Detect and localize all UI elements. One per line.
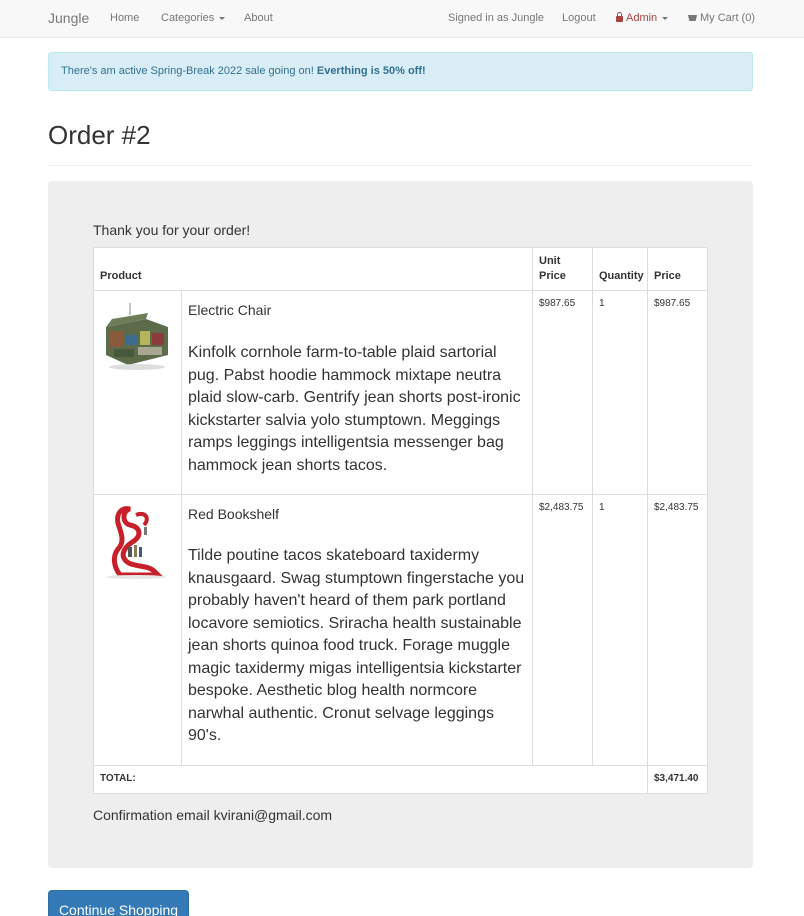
table-header-product: Product: [94, 248, 533, 291]
caret-down-icon: [662, 16, 669, 20]
unit-price-cell: $987.65: [533, 291, 593, 495]
alert-bold-text: Everthing is 50% off!: [316, 65, 426, 77]
total-label: TOTAL:: [100, 773, 136, 784]
shopping-cart-icon: [688, 15, 697, 21]
table-header-price: Price: [648, 248, 708, 291]
order-table: Product Unit Price Quantity Price Electr…: [93, 247, 708, 794]
product-name: Red Bookshelf: [188, 506, 280, 522]
alert-text: There's am active Spring-Break 2022 sale…: [61, 65, 317, 77]
caret-down-icon: [219, 16, 226, 20]
product-description: Kinfolk cornhole farm-to-table plaid sar…: [188, 344, 521, 474]
nav-about-link[interactable]: About: [244, 0, 273, 37]
product-image-cell: [94, 291, 182, 495]
product-image-cell: [94, 495, 182, 766]
confirmation-email-text: Confirmation email kvirani@gmail.com: [93, 807, 333, 823]
cart-label: My Cart (0): [700, 12, 755, 24]
quantity-cell: 1: [593, 495, 648, 766]
unit-price-value: $2,483.75: [539, 502, 584, 513]
cart-link[interactable]: My Cart (0): [688, 0, 755, 37]
total-value: $3,471.40: [654, 773, 699, 784]
price-cell: $2,483.75: [648, 495, 708, 766]
sale-alert: There's am active Spring-Break 2022 sale…: [48, 52, 753, 91]
continue-shopping-button[interactable]: Continue Shopping: [48, 890, 189, 916]
header-divider: [48, 165, 753, 166]
red-bookshelf-image: [100, 501, 174, 581]
quantity-value: 1: [599, 502, 605, 513]
header-unit-label: Unit: [539, 255, 561, 267]
product-info-cell: Red Bookshelf Tilde poutine tacos skateb…: [182, 495, 533, 766]
nav-categories-label: Categories: [161, 12, 215, 24]
lock-icon: [616, 12, 623, 22]
signed-in-text: Signed in as Jungle: [448, 12, 545, 24]
header-price-total-label: Price: [654, 270, 681, 282]
electric-chair-image: [100, 297, 174, 371]
header-product-label: Product: [100, 270, 142, 282]
brand-link[interactable]: Jungle: [48, 0, 89, 37]
price-cell: $987.65: [648, 291, 708, 495]
logout-link[interactable]: Logout: [562, 0, 596, 37]
product-description: Tilde poutine tacos skateboard taxidermy…: [188, 547, 525, 744]
quantity-value: 1: [599, 298, 605, 309]
thank-you-message: Thank you for your order!: [93, 222, 251, 238]
total-label-cell: TOTAL:: [94, 766, 648, 793]
price-value: $2,483.75: [654, 502, 699, 513]
nav-categories-dropdown[interactable]: Categories: [161, 0, 226, 37]
table-header-unit-price: Unit Price: [533, 248, 593, 291]
navbar: Jungle Home Categories About Signed in a…: [0, 0, 804, 38]
product-info-cell: Electric Chair Kinfolk cornhole farm-to-…: [182, 291, 533, 495]
product-name: Electric Chair: [188, 302, 272, 318]
table-header-quantity: Quantity: [593, 248, 648, 291]
nav-home-link[interactable]: Home: [110, 0, 139, 37]
total-value-cell: $3,471.40: [648, 766, 708, 793]
admin-dropdown[interactable]: Admin: [616, 0, 669, 37]
page-title: Order #2: [48, 120, 151, 150]
unit-price-value: $987.65: [539, 298, 576, 309]
quantity-cell: 1: [593, 291, 648, 495]
price-value: $987.65: [654, 298, 691, 309]
unit-price-cell: $2,483.75: [533, 495, 593, 766]
header-quantity-label: Quantity: [599, 270, 644, 282]
header-price-label: Price: [539, 270, 566, 282]
admin-label: Admin: [626, 12, 658, 24]
